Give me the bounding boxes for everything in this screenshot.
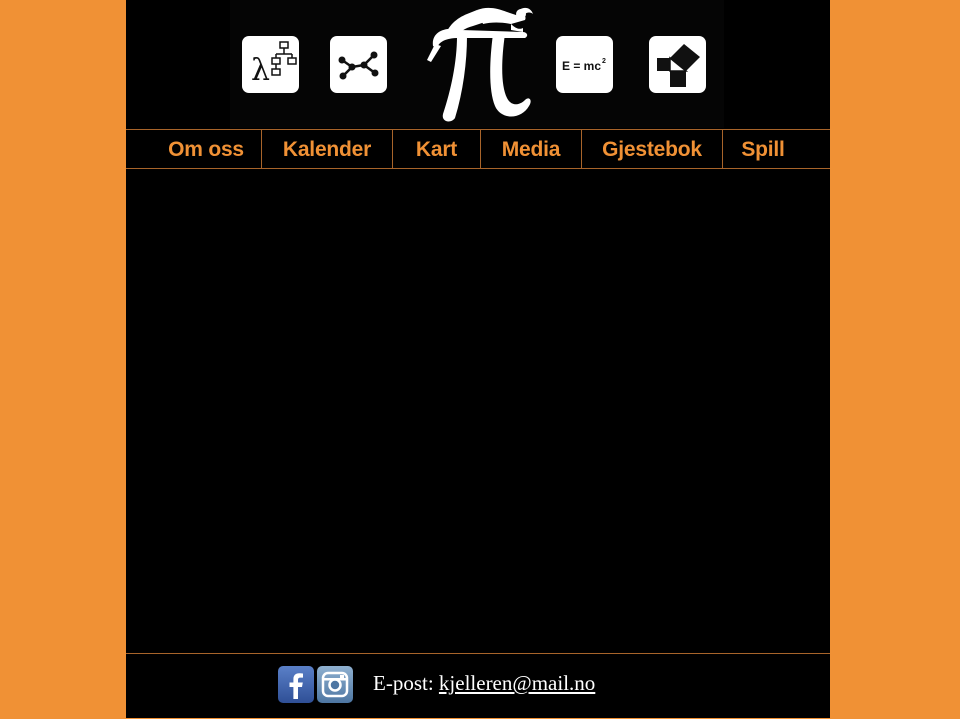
content-area (126, 169, 830, 653)
email-contact: E-post: kjelleren@mail.no (373, 671, 595, 696)
graph-network-icon (338, 51, 379, 80)
lambda-flowchart-icon: λ (251, 41, 297, 88)
facebook-button[interactable] (278, 666, 314, 703)
header-banner: λ E = mc 2 (230, 0, 724, 128)
main-nav: Om oss Kalender Kart Media Gjestebok Spi… (126, 129, 830, 169)
page-container: λ E = mc 2 Om oss Kalender Kart Media Gj… (126, 0, 830, 718)
emc2-icon: E = mc 2 (562, 58, 606, 73)
instagram-icon (321, 671, 349, 698)
pythagoras-tile (649, 36, 706, 93)
svg-text:2: 2 (602, 58, 606, 65)
svg-text:λ: λ (251, 53, 270, 88)
facebook-icon (289, 673, 303, 699)
pi-logo-icon (427, 7, 533, 122)
nav-item-kart[interactable]: Kart (393, 130, 480, 168)
emc2-text: E = mc (562, 59, 601, 73)
email-link[interactable]: kjelleren@mail.no (439, 671, 595, 695)
nav-item-media[interactable]: Media (481, 130, 581, 168)
graph-network-tile (330, 36, 387, 93)
nav-item-spill[interactable]: Spill (723, 130, 803, 168)
nav-item-om-oss[interactable]: Om oss (152, 130, 260, 168)
instagram-button[interactable] (317, 666, 353, 703)
email-label: E-post: (373, 671, 434, 695)
lambda-flowchart-tile: λ (242, 36, 299, 93)
nav-item-kalender[interactable]: Kalender (262, 130, 392, 168)
pythagoras-icon (657, 44, 700, 87)
emc2-tile: E = mc 2 (556, 36, 613, 93)
nav-item-gjestebok[interactable]: Gjestebok (582, 130, 722, 168)
footer: E-post: kjelleren@mail.no (126, 653, 830, 719)
